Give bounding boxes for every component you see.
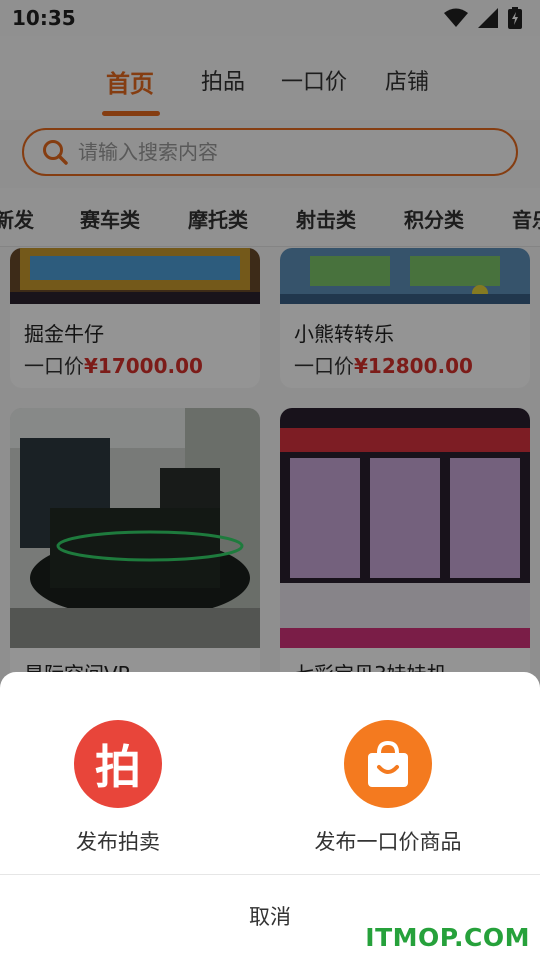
app-screen: 10:35 首页 拍品 一口价 店铺 请输入搜索内容 发 赛车类 摩托类 射击类…	[0, 0, 540, 960]
publish-auction-label: 发布拍卖	[76, 830, 160, 854]
shopping-bag-glyph	[368, 740, 408, 787]
auction-icon-char: 拍	[95, 740, 141, 794]
publish-bottom-sheet: 拍 发布拍卖 发布一口价商品 取消 ITMOP.COM	[0, 672, 540, 960]
publish-fixed-price-label: 发布一口价商品	[314, 830, 462, 854]
watermark-text: ITMOP.COM	[365, 923, 530, 952]
shopping-bag-icon	[344, 720, 432, 808]
publish-fixed-price-button[interactable]: 发布一口价商品	[278, 720, 498, 856]
publish-auction-button[interactable]: 拍 发布拍卖	[8, 720, 228, 856]
auction-icon: 拍	[74, 720, 162, 808]
